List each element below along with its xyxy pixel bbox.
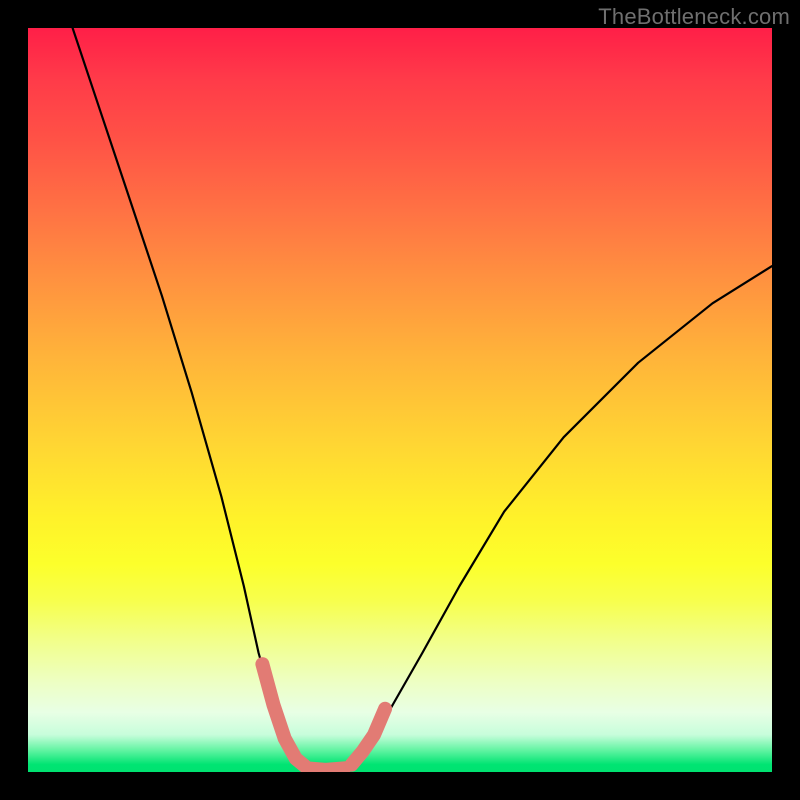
chart-svg [28,28,772,772]
curve-main [73,28,772,770]
chart-frame: TheBottleneck.com [0,0,800,800]
highlight-segment-0 [262,664,304,766]
highlight-segment-1 [307,768,344,770]
highlight-segment-2 [352,709,386,765]
plot-area [28,28,772,772]
watermark-text: TheBottleneck.com [598,4,790,30]
highlight-group [262,664,385,770]
